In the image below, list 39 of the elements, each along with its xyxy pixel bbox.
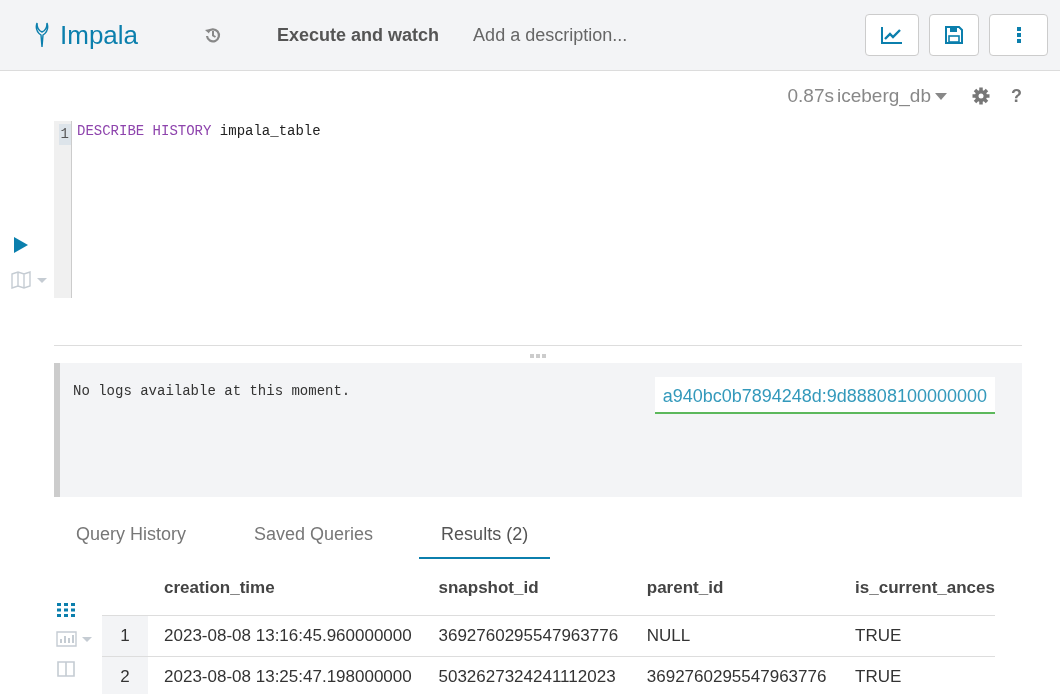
table-cell: TRUE (839, 615, 995, 656)
resize-handle-icon[interactable] (530, 354, 546, 358)
line-chart-icon (881, 26, 903, 44)
tab[interactable]: Query History (54, 511, 209, 559)
database-selector[interactable]: iceberg_db (836, 81, 947, 111)
run-icon[interactable] (14, 237, 28, 253)
column-header[interactable]: parent_id (630, 561, 840, 615)
settings-icon[interactable] (972, 87, 990, 105)
table-cell: 2023-08-08 13:25:47.198000000 (148, 656, 423, 694)
log-message: No logs available at this moment. (73, 382, 351, 401)
tab[interactable]: Saved Queries (232, 511, 396, 559)
table-cell: TRUE (839, 656, 995, 694)
column-header[interactable]: creation_time (148, 561, 423, 615)
row-number: 2 (102, 656, 149, 694)
grid-icon[interactable] (57, 603, 75, 617)
tab[interactable]: Results (2) (419, 511, 551, 559)
table-cell: 3692760295547963776 (630, 656, 840, 694)
save-icon (945, 26, 963, 44)
column-header[interactable]: snapshot_id (422, 561, 631, 615)
more-icon (1016, 27, 1021, 43)
chart-button[interactable] (865, 14, 919, 56)
description-field[interactable]: Add a description... (473, 21, 804, 49)
execution-time: 0.87s (787, 83, 834, 108)
bar-chart-dropdown-icon[interactable] (56, 631, 94, 647)
code-line[interactable]: DESCRIBE HISTORY impala_table (72, 121, 321, 142)
app-name: Impala (60, 18, 139, 52)
map-dropdown-icon[interactable] (11, 271, 49, 289)
column-header[interactable]: is_current_ances (839, 561, 995, 615)
table-cell: 5032627324241112023 (422, 656, 631, 694)
help-icon[interactable]: ? (1011, 82, 1022, 110)
line-number: 1 (58, 124, 71, 145)
row-number: 1 (102, 615, 149, 656)
save-button[interactable] (929, 14, 979, 56)
table-cell: NULL (630, 615, 840, 656)
history-icon (204, 26, 223, 44)
caret-icon (935, 92, 947, 100)
table-cell: 2023-08-08 13:16:45.960000000 (148, 615, 423, 656)
table-cell: 3692760295547963776 (422, 615, 631, 656)
query-title[interactable]: Execute and watch (277, 21, 440, 49)
